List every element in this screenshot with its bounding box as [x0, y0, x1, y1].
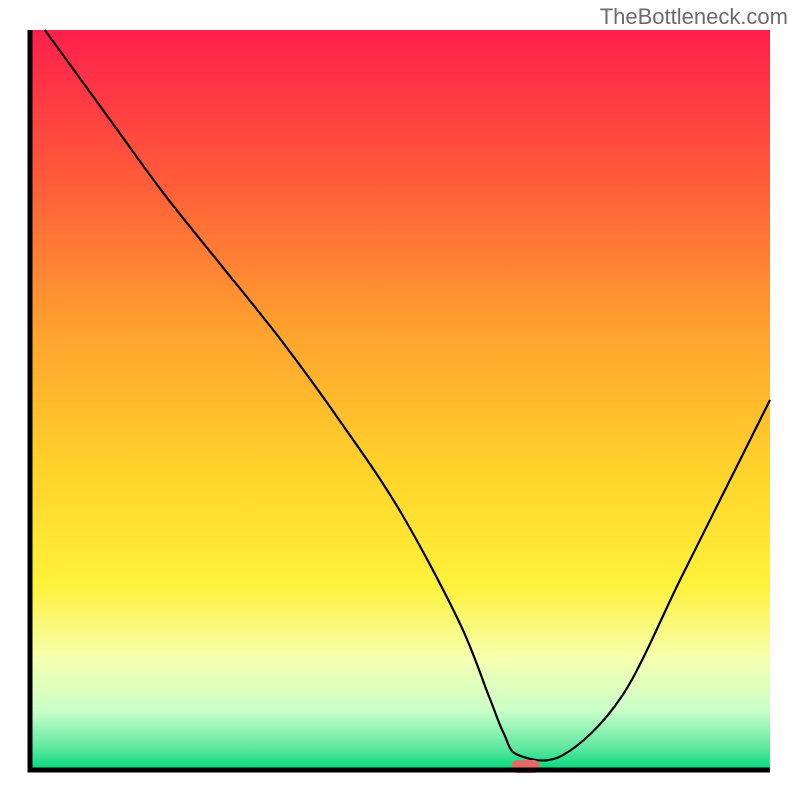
- chart-container: { "watermark": "TheBottleneck.com", "cha…: [0, 0, 800, 800]
- bottleneck-chart: [0, 0, 800, 800]
- watermark-text: TheBottleneck.com: [600, 4, 788, 30]
- plot-background: [30, 30, 770, 770]
